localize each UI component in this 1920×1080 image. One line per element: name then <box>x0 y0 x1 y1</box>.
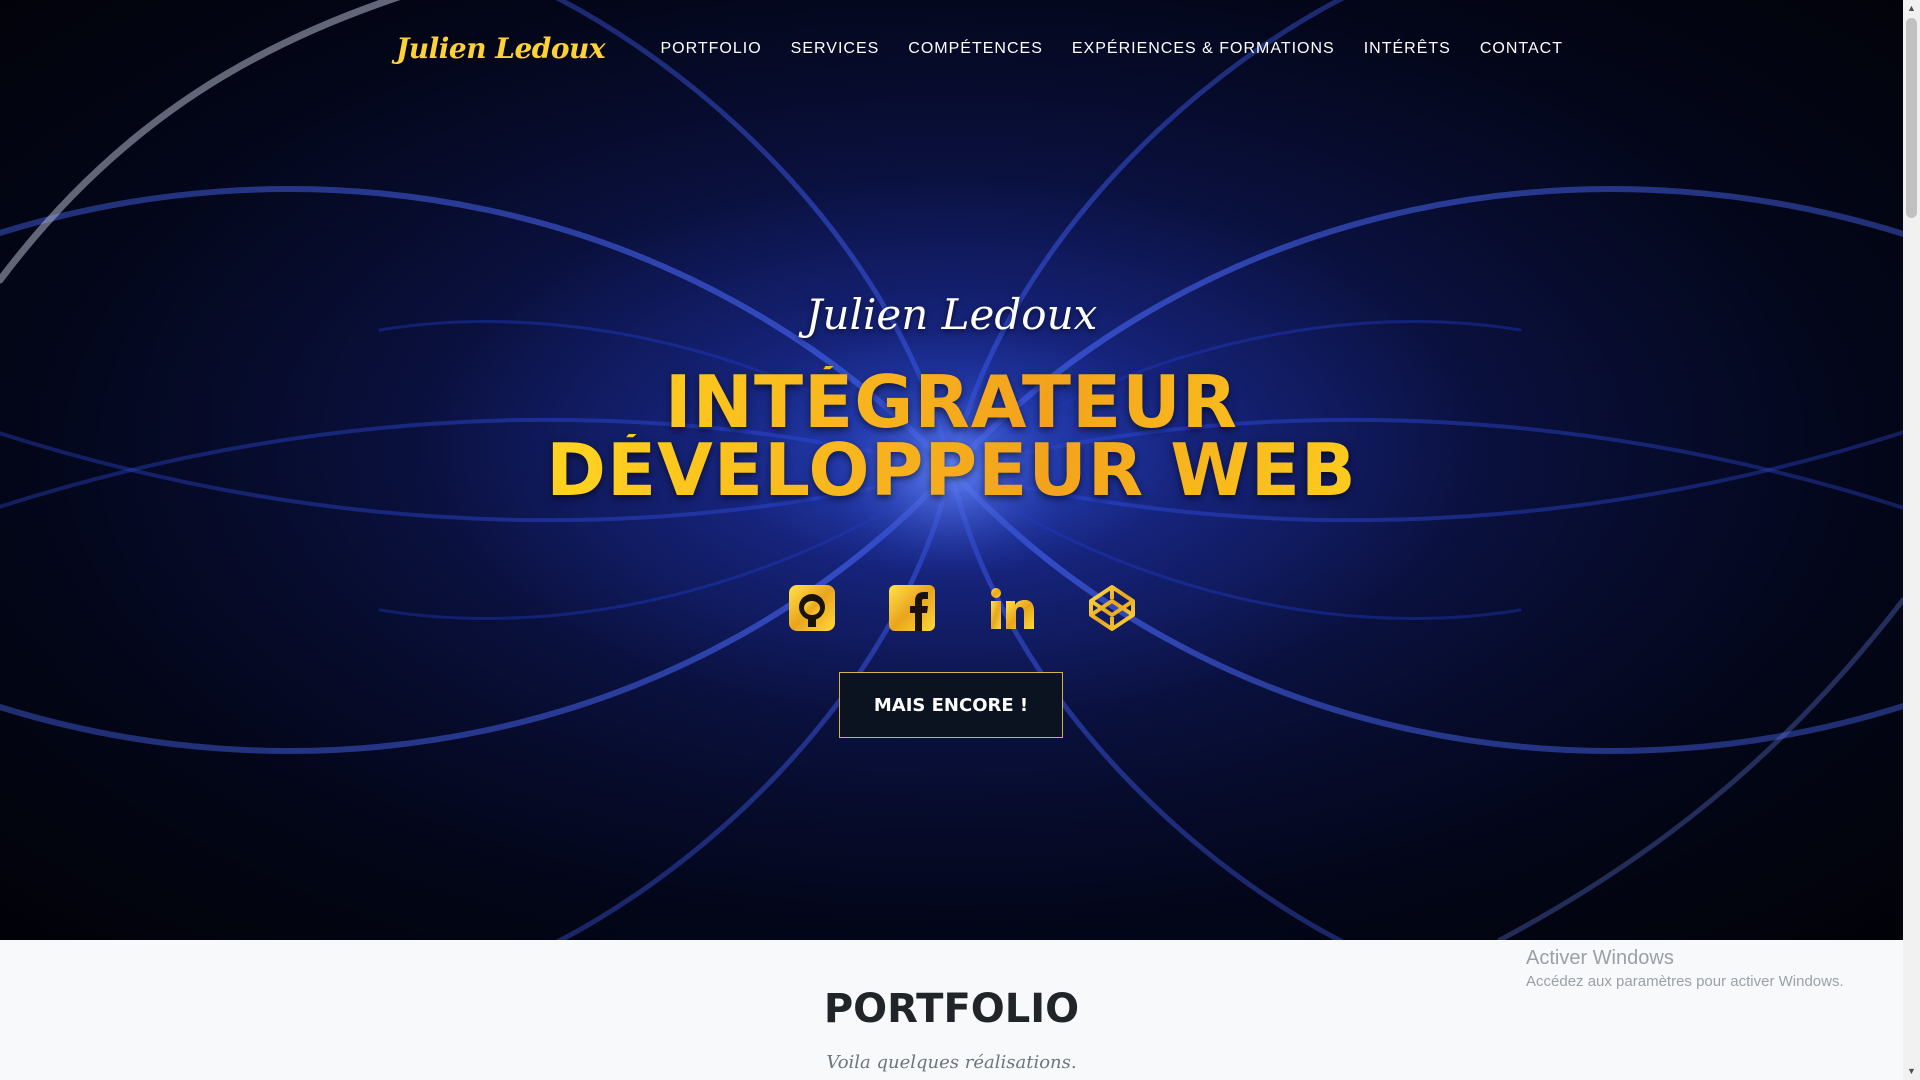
github-link[interactable] <box>787 583 837 633</box>
github-icon <box>788 585 835 631</box>
windows-activation-title: Activer Windows <box>1526 947 1674 969</box>
more-button[interactable]: MAIS ENCORE ! <box>839 672 1063 738</box>
hero-name: Julien Ledoux <box>805 290 1098 339</box>
windows-activation-subtitle: Accédez aux paramètres pour activer Wind… <box>1526 973 1844 990</box>
facebook-link[interactable] <box>887 583 937 633</box>
linkedin-icon <box>990 588 1034 629</box>
codepen-link[interactable] <box>1087 583 1137 633</box>
scroll-thumb[interactable] <box>1906 18 1917 218</box>
linkedin-link[interactable] <box>987 583 1037 633</box>
hero-content: Julien Ledoux INTÉGRATEUR DÉVELOPPEUR WE… <box>0 0 1903 940</box>
scroll-down-icon[interactable]: ▼ <box>1903 1063 1920 1080</box>
portfolio-subtitle: Voila quelques réalisations. <box>826 1052 1077 1073</box>
page-scrollbar[interactable]: ▲ ▼ <box>1903 0 1920 1080</box>
scroll-up-icon[interactable]: ▲ <box>1903 0 1920 17</box>
codepen-icon <box>1088 585 1135 631</box>
facebook-icon <box>888 585 935 631</box>
portfolio-title: PORTFOLIO <box>823 986 1080 1032</box>
hero-headline-line2: DÉVELOPPEUR WEB <box>0 434 1903 506</box>
social-links <box>0 583 1913 633</box>
